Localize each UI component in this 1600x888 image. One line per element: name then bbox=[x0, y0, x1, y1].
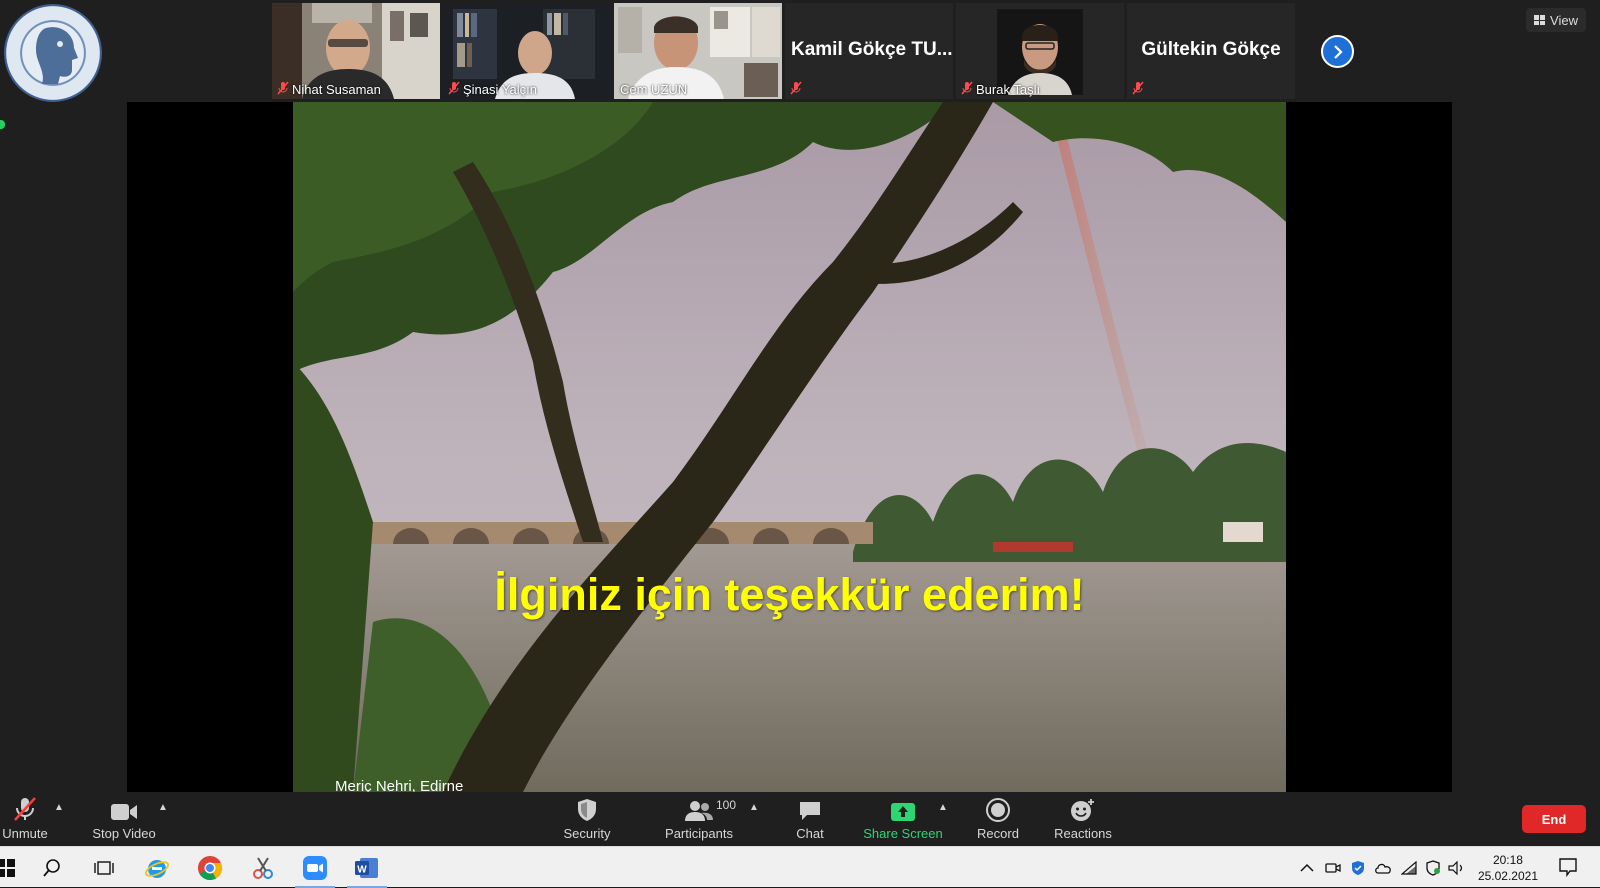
participant-tile-active-speaker[interactable]: Cem UZUN bbox=[614, 3, 782, 99]
participants-options-caret[interactable]: ▲ bbox=[749, 802, 759, 813]
taskbar-chrome[interactable] bbox=[196, 854, 224, 882]
svg-text:W: W bbox=[357, 865, 367, 876]
action-center-button[interactable] bbox=[1558, 857, 1578, 878]
share-screen-icon bbox=[891, 803, 915, 821]
tray-onedrive[interactable] bbox=[1374, 859, 1392, 877]
video-options-caret[interactable]: ▲ bbox=[158, 802, 168, 813]
taskbar-internet-explorer[interactable] bbox=[143, 854, 171, 882]
cloud-icon bbox=[1375, 863, 1391, 874]
windows-logo-icon bbox=[0, 859, 15, 877]
participants-label: Participants bbox=[665, 826, 733, 841]
taskbar-snipping-tool[interactable] bbox=[249, 854, 277, 882]
reactions-label: Reactions bbox=[1054, 826, 1112, 841]
participant-name-placeholder: Kamil Gökçe TU... bbox=[791, 39, 953, 60]
zoom-meeting-window: View Nihat Susaman Şinasi Yalçın Cem UZU… bbox=[0, 0, 1600, 846]
clock-date: 25.02.2021 bbox=[1477, 869, 1538, 883]
chat-label: Chat bbox=[796, 826, 824, 841]
participant-name: Burak Taşlı bbox=[976, 82, 1041, 97]
view-button[interactable]: View bbox=[1526, 8, 1586, 32]
windows-start-button[interactable] bbox=[0, 854, 20, 882]
windows-taskbar: W 20:18 25.02.2021 bbox=[0, 846, 1600, 888]
chat-button[interactable]: Chat bbox=[780, 792, 840, 846]
chrome-icon bbox=[198, 856, 223, 881]
taskbar-search-button[interactable] bbox=[38, 854, 66, 882]
wifi-icon bbox=[1401, 861, 1417, 875]
task-view-icon bbox=[94, 861, 114, 875]
share-screen-button[interactable]: Share Screen bbox=[862, 792, 944, 846]
stop-video-label: Stop Video bbox=[92, 826, 156, 841]
participant-tile[interactable]: Şinasi Yalçın bbox=[443, 3, 611, 99]
status-indicator bbox=[0, 120, 5, 129]
security-button[interactable]: Security bbox=[556, 792, 618, 846]
shield-tray-icon bbox=[1352, 861, 1364, 875]
next-participants-button[interactable] bbox=[1321, 35, 1354, 68]
record-button[interactable]: Record bbox=[968, 792, 1028, 846]
participant-name: Cem UZUN bbox=[620, 82, 688, 97]
tray-volume[interactable] bbox=[1448, 859, 1466, 877]
record-label: Record bbox=[977, 826, 1019, 841]
slide-title: İlginiz için teşekkür ederim! bbox=[494, 569, 1085, 620]
unmute-label: Unmute bbox=[2, 826, 48, 841]
clock-time: 20:18 bbox=[1492, 853, 1523, 867]
scissors-icon bbox=[253, 857, 273, 879]
security-label: Security bbox=[563, 826, 611, 841]
chevron-up-icon bbox=[1300, 863, 1314, 872]
audio-options-caret[interactable]: ▲ bbox=[54, 802, 64, 813]
search-icon bbox=[43, 859, 60, 877]
participant-name: Şinasi Yalçın bbox=[463, 82, 537, 97]
society-logo bbox=[4, 4, 102, 102]
muted-mic-icon bbox=[448, 81, 460, 95]
chevron-right-icon bbox=[1334, 45, 1343, 59]
muted-mic-icon bbox=[277, 81, 289, 95]
task-view-button[interactable] bbox=[90, 854, 118, 882]
participant-tile[interactable]: Nihat Susaman bbox=[272, 3, 440, 99]
reactions-button[interactable]: Reactions bbox=[1050, 792, 1116, 846]
camera-tray-icon bbox=[1325, 863, 1341, 873]
stop-video-button[interactable]: Stop Video bbox=[88, 792, 160, 846]
participants-icon bbox=[685, 801, 713, 821]
grid-icon bbox=[1534, 15, 1546, 25]
shared-screen: İlginiz için teşekkür ederim! Meriç Nehr… bbox=[127, 102, 1452, 792]
chat-bubble-icon bbox=[800, 802, 820, 820]
view-label: View bbox=[1550, 12, 1578, 28]
taskbar-word[interactable]: W bbox=[347, 854, 387, 888]
end-meeting-button[interactable]: End bbox=[1522, 805, 1586, 833]
presentation-slide: İlginiz için teşekkür ederim! Meriç Nehr… bbox=[293, 102, 1286, 792]
share-screen-label: Share Screen bbox=[863, 826, 943, 841]
participant-name: Nihat Susaman bbox=[292, 82, 381, 97]
participant-tile[interactable]: Kamil Gökçe TU... bbox=[785, 3, 953, 99]
slide-caption: Meriç Nehri, Edirne bbox=[335, 778, 464, 792]
tray-network[interactable] bbox=[1400, 859, 1418, 877]
muted-mic-icon bbox=[1132, 81, 1144, 95]
share-options-caret[interactable]: ▲ bbox=[938, 802, 948, 813]
speaker-icon bbox=[1448, 861, 1463, 875]
muted-mic-icon bbox=[790, 81, 802, 95]
tray-defender[interactable] bbox=[1349, 859, 1367, 877]
internet-explorer-icon bbox=[145, 860, 169, 878]
participant-tile[interactable]: Gültekin Gökçe bbox=[1127, 3, 1295, 99]
unmute-button[interactable]: Unmute bbox=[0, 792, 50, 846]
shield-icon bbox=[578, 799, 596, 821]
tray-security[interactable] bbox=[1424, 859, 1442, 877]
tray-show-hidden[interactable] bbox=[1298, 859, 1316, 877]
zoom-app-icon bbox=[303, 856, 327, 880]
muted-mic-icon bbox=[961, 81, 973, 95]
taskbar-clock[interactable]: 20:18 25.02.2021 bbox=[1478, 852, 1538, 884]
muted-mic-icon bbox=[14, 797, 36, 821]
meeting-toolbar: Unmute ▲ Stop Video ▲ Security Participa… bbox=[0, 792, 1600, 846]
taskbar-zoom[interactable] bbox=[295, 854, 335, 888]
participant-strip: Nihat Susaman Şinasi Yalçın Cem UZUN Kam… bbox=[272, 3, 1295, 99]
video-camera-icon bbox=[111, 804, 137, 820]
participants-count: 100 bbox=[716, 798, 737, 812]
record-icon bbox=[986, 798, 1010, 822]
participant-name-placeholder: Gültekin Gökçe bbox=[1141, 39, 1281, 60]
slide-background-photo bbox=[293, 102, 1286, 792]
shield-check-icon bbox=[1426, 860, 1440, 876]
participant-tile[interactable]: Burak Taşlı bbox=[956, 3, 1124, 99]
word-app-icon: W bbox=[355, 858, 378, 878]
smiley-icon bbox=[1071, 799, 1094, 821]
tray-meet-now[interactable] bbox=[1324, 859, 1342, 877]
notification-icon bbox=[1559, 858, 1577, 878]
